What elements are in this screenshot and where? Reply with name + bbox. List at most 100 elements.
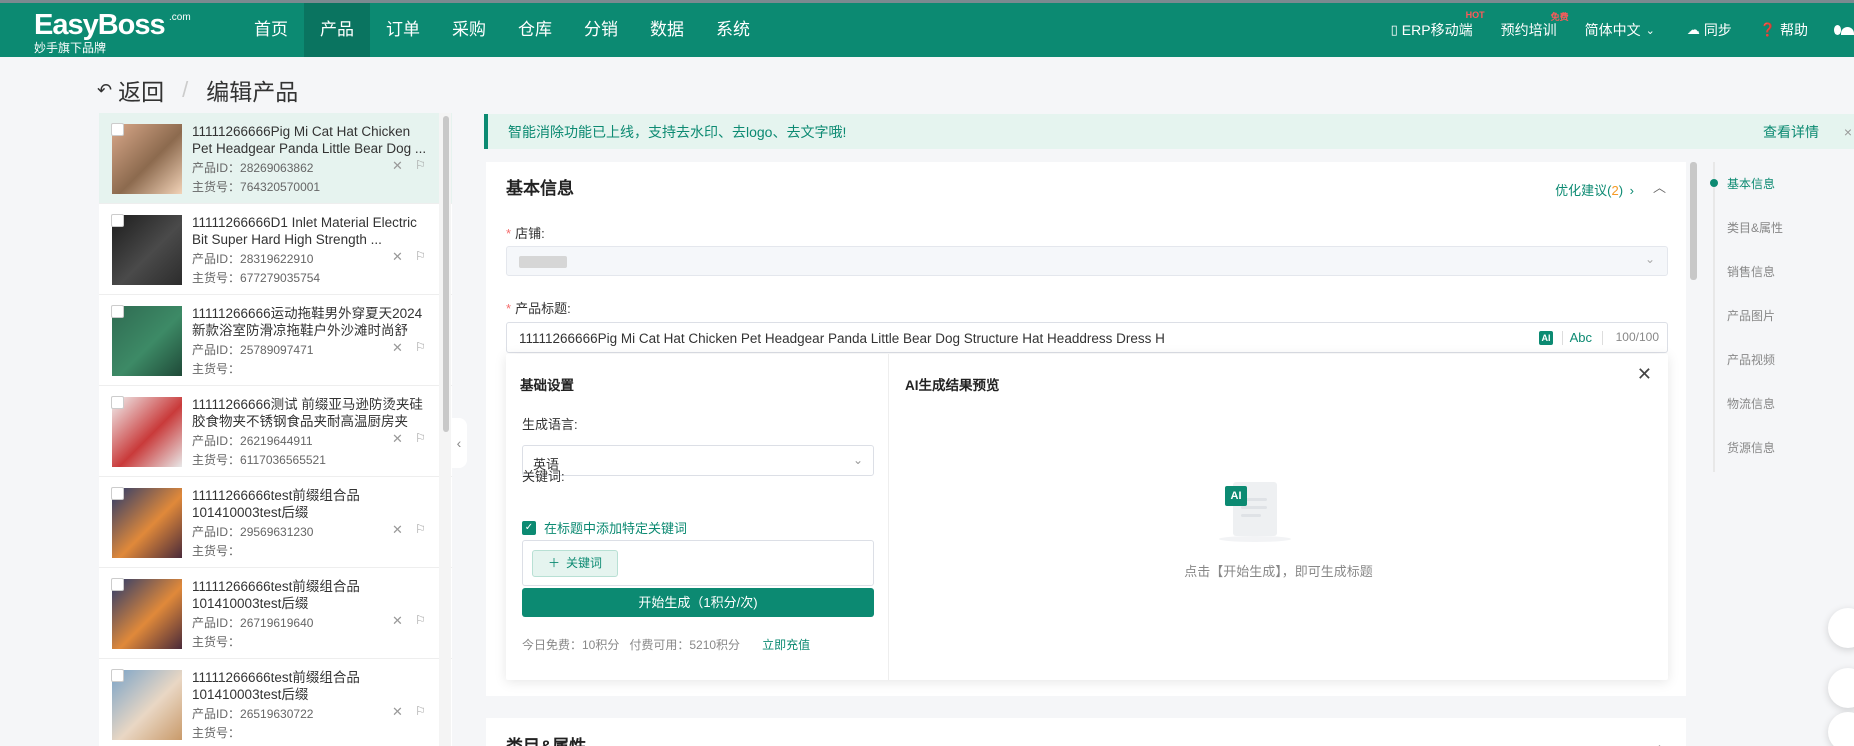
product-list-item[interactable]: 11111266666运动拖鞋男外穿夏天2024新款浴室防滑凉拖鞋户外沙滩时尚舒…: [99, 295, 452, 386]
product-list: 11111266666Pig Mi Cat Hat Chicken Pet He…: [99, 113, 452, 746]
nav-orders[interactable]: 订单: [370, 3, 436, 57]
flag-icon[interactable]: ⚐: [415, 431, 426, 445]
close-icon[interactable]: ✕: [392, 613, 403, 629]
flag-icon[interactable]: ⚐: [415, 249, 426, 263]
header-divider: /: [182, 77, 189, 102]
close-icon[interactable]: ✕: [392, 249, 403, 265]
product-list-item[interactable]: 11111266666test前缀组合品101410003test后缀 产品ID：…: [99, 568, 452, 659]
keyword-box: ＋ 关键词: [522, 540, 874, 586]
anchor-basic-info[interactable]: 基本信息: [1727, 175, 1775, 192]
product-title: 11111266666test前缀组合品101410003test后缀: [192, 488, 360, 520]
item-checkbox[interactable]: [111, 669, 124, 682]
item-checkbox[interactable]: [111, 578, 124, 591]
case-format-button[interactable]: Abc: [1570, 330, 1592, 345]
item-checkbox[interactable]: [111, 305, 124, 318]
form-scroll-thumb[interactable]: [1690, 162, 1697, 280]
product-sku: 主货号：677279035754: [192, 269, 320, 286]
item-checkbox[interactable]: [111, 123, 124, 136]
product-list-scroll-thumb[interactable]: [443, 116, 449, 432]
language-select[interactable]: 英语 ⌄: [522, 445, 874, 476]
item-checkbox[interactable]: [111, 487, 124, 500]
flag-icon[interactable]: ⚐: [415, 522, 426, 536]
product-id-label: 产品ID：: [192, 434, 241, 448]
back-icon[interactable]: ↶: [97, 80, 112, 101]
product-list-item[interactable]: 11111266666测试 前缀亚马逊防烫夹硅胶食物夹不锈钢食品夹耐高温厨房夹子…: [99, 386, 452, 477]
empty-hint: 点击【开始生成】，即可生成标题: [1184, 564, 1373, 579]
float-message-button[interactable]: [1828, 668, 1854, 708]
product-sku-label: 主货号：: [192, 544, 241, 558]
user-avatar-icon[interactable]: [1834, 20, 1854, 40]
close-icon[interactable]: ✕: [392, 522, 403, 538]
plus-icon: ＋: [547, 556, 560, 570]
nav-warehouse[interactable]: 仓库: [502, 3, 568, 57]
anchor-sales[interactable]: 销售信息: [1727, 263, 1775, 280]
back-button[interactable]: 返回: [118, 73, 164, 107]
nav-home[interactable]: 首页: [238, 3, 304, 57]
nav-distribution[interactable]: 分销: [568, 3, 634, 57]
close-icon[interactable]: ×: [1844, 124, 1852, 140]
anchor-category[interactable]: 类目&属性: [1727, 219, 1783, 236]
item-checkbox[interactable]: [111, 214, 124, 227]
flag-icon[interactable]: ⚐: [415, 340, 426, 354]
close-icon[interactable]: ✕: [392, 340, 403, 356]
divider: [1602, 331, 1603, 345]
language-select[interactable]: 简体中文 ⌄: [1585, 20, 1659, 40]
optimize-suggestion-link[interactable]: 优化建议(2) ›: [1555, 180, 1634, 199]
product-sku: 主货号：: [192, 542, 240, 559]
nav-data[interactable]: 数据: [634, 3, 700, 57]
keyword-checkbox[interactable]: ✓ 在标题中添加特定关键词: [522, 518, 687, 537]
flag-icon[interactable]: ⚐: [415, 158, 426, 172]
close-icon[interactable]: ✕: [1637, 364, 1652, 385]
ai-generate-icon[interactable]: AI: [1539, 331, 1553, 345]
product-list-item[interactable]: 11111266666D1 Inlet Material Electric Bi…: [99, 204, 452, 295]
top-right-tools: ▯ ERP移动端 HOT 预约培训 免费 简体中文 ⌄ ☁ 同步 ❓ 帮助: [1363, 3, 1854, 57]
product-list-item[interactable]: 11111266666test前缀组合品101410003test后缀 产品ID：…: [99, 659, 452, 746]
close-icon[interactable]: ✕: [392, 704, 403, 720]
nav-products[interactable]: 产品: [304, 3, 370, 57]
lang-label: 生成语言:: [522, 417, 578, 432]
product-id-value: 26519630722: [240, 707, 314, 721]
product-id: 产品ID：29569631230: [192, 523, 313, 540]
nav-purchase[interactable]: 采购: [436, 3, 502, 57]
shop-select[interactable]: ⌄: [506, 246, 1668, 276]
training-link[interactable]: 预约培训 免费: [1500, 12, 1569, 40]
shop-label-text: 店铺:: [515, 226, 545, 241]
logo[interactable]: EasyBoss .com 妙手旗下品牌: [34, 9, 191, 55]
product-list-item[interactable]: 11111266666test前缀组合品101410003test后缀产品ID：…: [99, 477, 452, 568]
product-title-input[interactable]: 11111266666Pig Mi Cat Hat Chicken Pet He…: [506, 322, 1668, 353]
collapse-section-icon[interactable]: ︿: [1653, 734, 1666, 746]
anchor-source[interactable]: 货源信息: [1727, 439, 1775, 456]
product-sku-label: 主货号：: [192, 180, 241, 194]
flag-icon[interactable]: ⚐: [415, 704, 426, 718]
banner-detail-link[interactable]: 查看详情: [1763, 122, 1819, 142]
product-list-item[interactable]: 11111266666Pig Mi Cat Hat Chicken Pet He…: [99, 113, 452, 204]
anchor-logistics[interactable]: 物流信息: [1727, 395, 1775, 412]
float-assistant-button[interactable]: [1828, 608, 1854, 648]
product-sku-value: 677279035754: [240, 271, 321, 285]
ai-settings-title: 基础设置: [520, 378, 574, 393]
ai-preview-title: AI生成结果预览: [905, 378, 1000, 393]
logo-subtitle: 妙手旗下品牌: [34, 41, 107, 55]
float-service-button[interactable]: [1828, 712, 1854, 746]
ai-settings-pane: 基础设置 生成语言: 英语 ⌄ 关键词: ✓ 在标题中添加特定关键词 ＋关键词 …: [506, 354, 889, 680]
collapse-list-button[interactable]: ‹: [451, 418, 467, 468]
item-checkbox[interactable]: [111, 396, 124, 409]
anchor-images[interactable]: 产品图片: [1727, 307, 1775, 324]
training-label: 预约培训: [1500, 22, 1557, 38]
sync-button[interactable]: ☁ 同步: [1687, 20, 1732, 40]
help-button[interactable]: ❓ 帮助: [1760, 20, 1808, 40]
chevron-down-icon: ⌄: [852, 453, 863, 467]
flag-icon[interactable]: ⚐: [415, 613, 426, 627]
close-icon[interactable]: ✕: [392, 431, 403, 447]
erp-mobile-link[interactable]: ▯ ERP移动端 HOT: [1390, 10, 1485, 40]
anchor-video[interactable]: 产品视频: [1727, 351, 1775, 368]
close-icon[interactable]: ✕: [392, 158, 403, 174]
collapse-section-icon[interactable]: ︿: [1653, 177, 1666, 196]
mobile-icon: ▯: [1390, 22, 1398, 37]
recharge-link[interactable]: 立即充值: [762, 636, 810, 653]
add-keyword-button[interactable]: ＋ 关键词: [532, 550, 618, 577]
generate-button[interactable]: 开始生成（1积分/次): [522, 588, 874, 617]
nav-system[interactable]: 系统: [700, 3, 766, 57]
language-label: 简体中文: [1584, 22, 1641, 38]
product-id-value: 28319622910: [240, 252, 314, 266]
